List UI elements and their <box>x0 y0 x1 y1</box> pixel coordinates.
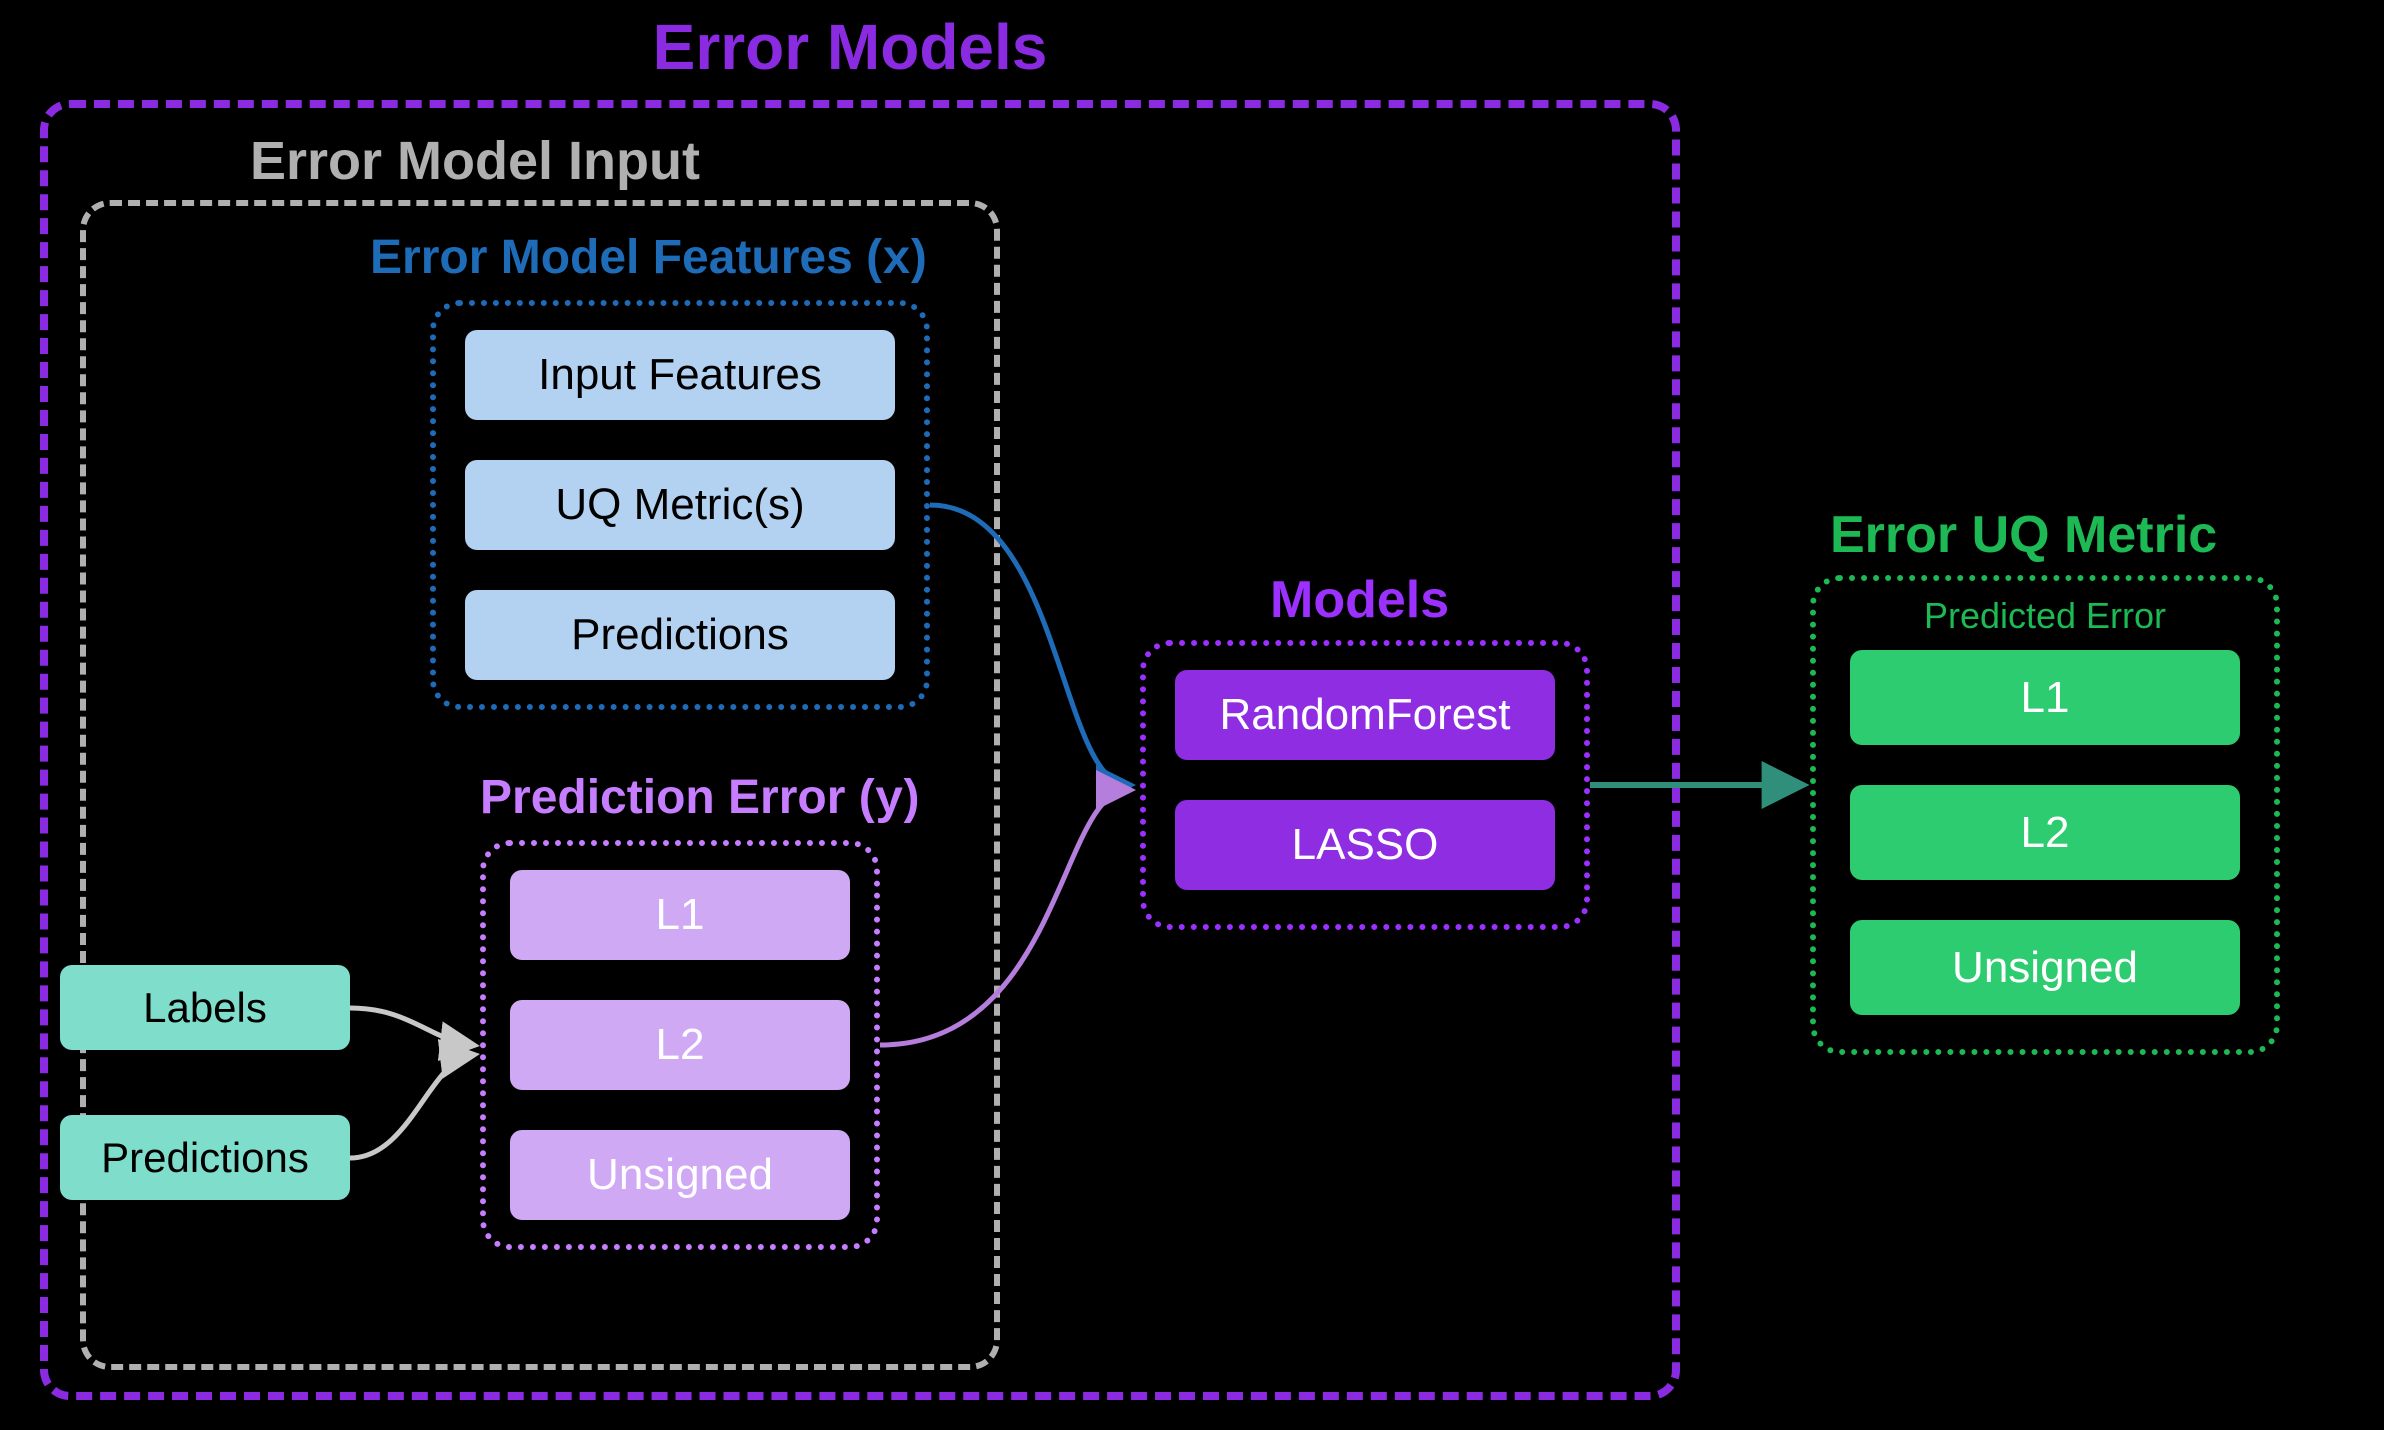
error-model-input-title: Error Model Input <box>250 130 700 192</box>
prediction-error-title-prefix: Prediction Error ( <box>480 771 875 824</box>
error-uq-l2: L2 <box>1850 785 2240 880</box>
prediction-error-title: Prediction Error (y) <box>480 770 920 828</box>
error-uq-unsigned: Unsigned <box>1850 920 2240 1015</box>
small-input-predictions: Predictions <box>60 1115 350 1200</box>
small-input-labels: Labels <box>60 965 350 1050</box>
prediction-error-unsigned: Unsigned <box>510 1130 850 1220</box>
prediction-error-l1: L1 <box>510 870 850 960</box>
model-random-forest: RandomForest <box>1175 670 1555 760</box>
error-model-features-title-prefix: Error Model Features ( <box>370 231 882 284</box>
error-uq-metric-title: Error UQ Metric <box>1830 505 2217 565</box>
prediction-error-title-suffix: ) <box>904 771 920 824</box>
models-title: Models <box>1270 570 1449 630</box>
model-lasso: LASSO <box>1175 800 1555 890</box>
feature-predictions: Predictions <box>465 590 895 680</box>
error-model-features-title: Error Model Features (x) <box>370 230 927 288</box>
error-model-features-title-var: x <box>882 234 911 288</box>
prediction-error-l2: L2 <box>510 1000 850 1090</box>
predicted-error-subtitle: Predicted Error <box>1810 595 2280 637</box>
feature-uq-metrics: UQ Metric(s) <box>465 460 895 550</box>
feature-input-features: Input Features <box>465 330 895 420</box>
prediction-error-title-var: y <box>875 774 904 828</box>
error-models-title: Error Models <box>0 10 1700 84</box>
error-uq-l1: L1 <box>1850 650 2240 745</box>
error-model-features-title-suffix: ) <box>911 231 927 284</box>
